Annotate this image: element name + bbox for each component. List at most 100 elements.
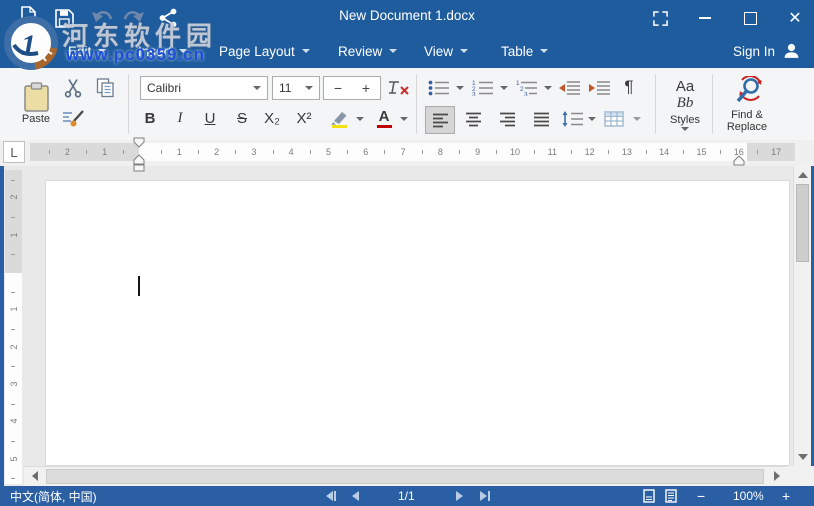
bullet-list-button[interactable] [426,76,452,100]
copy-button[interactable] [92,76,118,100]
line-spacing-button[interactable] [558,106,586,132]
menu-label: Edit [68,43,92,59]
font-color-dropdown[interactable] [400,117,408,121]
superscript-button[interactable]: X² [292,106,316,130]
menu-item-insert[interactable]: Insert [138,34,187,68]
hanging-indent-marker[interactable] [133,154,145,165]
numbered-list-icon: 123 [472,80,494,96]
ruler-tick [272,150,274,154]
font-size-select[interactable]: 11 [272,76,320,100]
align-left-button[interactable] [425,106,455,134]
chevron-down-icon [253,86,261,90]
bold-button[interactable]: B [138,106,162,130]
increase-font-button[interactable]: + [352,77,380,99]
first-line-indent-marker[interactable] [133,137,145,148]
ruler-number: 8 [437,147,443,157]
first-page-button[interactable] [326,486,336,506]
last-page-button[interactable] [480,486,490,506]
format-painter-button[interactable] [60,106,86,130]
ruler-tick [496,150,498,154]
left-indent-marker[interactable] [133,164,145,172]
sign-in-button[interactable]: Sign In [733,34,800,68]
print-layout-view-button[interactable] [643,486,655,506]
vertical-ruler[interactable]: 2 1 1 2 3 4 5 [5,170,22,484]
cut-button[interactable] [60,76,86,100]
decrease-font-button[interactable]: − [324,77,352,99]
table-grid-dropdown[interactable] [633,117,641,121]
subscript-button[interactable]: X₂ [260,106,284,130]
close-button[interactable]: ✕ [780,6,810,30]
fullscreen-button[interactable] [645,6,675,30]
next-page-button[interactable] [456,486,463,506]
zoom-level[interactable]: 100% [733,486,764,506]
menu-item-page-layout[interactable]: Page Layout [219,34,310,68]
highlight-dropdown[interactable] [356,117,364,121]
scroll-right-icon[interactable] [774,471,780,481]
decrease-indent-button[interactable] [556,76,582,100]
scroll-left-icon[interactable] [32,471,38,481]
tab-stop-selector[interactable]: L [3,141,25,163]
menu-item-view[interactable]: View [424,34,469,68]
line-spacing-dropdown[interactable] [588,117,596,121]
pilcrow-button[interactable]: ¶ [616,74,642,100]
increase-indent-icon [588,80,611,96]
font-name-select[interactable]: Calibri [140,76,268,100]
chevron-down-icon [389,49,398,53]
ruler-number: 10 [509,147,520,157]
zoom-in-button[interactable]: + [782,486,790,506]
chevron-down-icon [460,49,469,53]
web-view-button[interactable] [665,486,677,506]
minimize-button[interactable] [690,6,720,30]
previous-page-button[interactable] [352,486,359,506]
highlight-button[interactable] [326,106,352,132]
ruler-number: 11 [547,147,557,157]
vertical-scrollbar-thumb[interactable] [796,184,809,262]
table-grid-button[interactable] [600,106,628,132]
styles-button[interactable]: Aa Bb Styles [662,74,708,134]
line-spacing-icon [561,111,584,127]
paste-button[interactable]: Paste [12,74,60,132]
menu-label: View [424,43,454,59]
vertical-scrollbar[interactable] [793,166,811,466]
horizontal-scrollbar-thumb[interactable] [46,469,764,484]
italic-button[interactable]: I [168,106,192,130]
underline-button[interactable]: U [198,106,222,130]
ruler-number: 6 [363,147,369,157]
align-center-button[interactable] [459,106,487,132]
maximize-button[interactable] [735,6,765,30]
document-page[interactable] [45,180,790,466]
ruler-number: 2 [64,147,70,157]
font-color-button[interactable]: A [372,104,396,132]
right-indent-marker[interactable] [733,155,745,167]
ruler-tick [533,150,535,154]
horizontal-scrollbar[interactable] [24,466,788,486]
bullet-list-dropdown[interactable] [456,86,464,90]
ruler-tick [720,150,722,154]
menu-item-review[interactable]: Review [338,34,398,68]
ruler-tick [11,403,15,405]
numbered-list-button[interactable]: 123 [470,76,496,100]
menu-item-edit[interactable]: Edit [68,34,107,68]
text-caret [138,276,140,296]
clear-formatting-button[interactable] [386,76,412,100]
multilevel-list-dropdown[interactable] [544,86,552,90]
scroll-up-icon[interactable] [798,172,808,178]
ruler-number: 9 [475,147,481,157]
strikethrough-button[interactable]: S [230,106,254,130]
menu-item-table[interactable]: Table [501,34,549,68]
font-name-value: Calibri [147,81,182,95]
ruler-number: 1 [102,147,108,157]
justify-button[interactable] [527,106,555,132]
zoom-out-button[interactable]: − [697,486,705,506]
align-right-button[interactable] [493,106,521,132]
language-indicator[interactable]: 中文(简体, 中国) [10,486,97,506]
scroll-down-icon[interactable] [798,454,808,460]
ruler-number: 17 [771,147,782,157]
increase-indent-button[interactable] [586,76,612,100]
multilevel-list-button[interactable]: 123 [514,76,540,100]
find-replace-button[interactable]: Find & Replace [716,74,778,134]
numbered-list-dropdown[interactable] [500,86,508,90]
find-replace-icon [729,75,766,107]
highlight-color-bar [331,124,347,129]
ruler-tick [682,150,684,154]
